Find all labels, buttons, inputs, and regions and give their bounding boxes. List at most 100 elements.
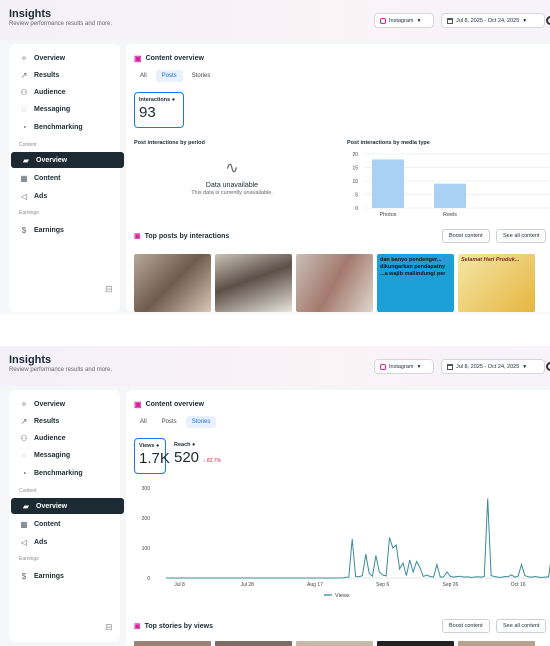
page-title: Insights bbox=[9, 8, 52, 20]
views-series-line bbox=[166, 498, 550, 579]
sidebar-item-label: Benchmarking bbox=[34, 123, 83, 131]
sidebar-item-ads[interactable]: ◁ Ads bbox=[9, 188, 120, 204]
dollar-icon: $ bbox=[21, 225, 27, 235]
story-thumbnail[interactable] bbox=[458, 641, 535, 646]
date-range-label: Jul 8, 2025 - Oct 24, 2025 bbox=[456, 17, 520, 24]
tab-posts[interactable]: Posts bbox=[156, 416, 183, 428]
x-tick-label: Oct 16 bbox=[511, 582, 526, 588]
insights-screen-stories: Insights Review performance results and … bbox=[0, 346, 550, 646]
sidebar-item-messaging[interactable]: ◌ Messaging bbox=[9, 101, 120, 117]
date-range-selector[interactable]: Jul 8, 2025 - Oct 24, 2025 ▼ bbox=[441, 13, 545, 28]
content-tabs: All Posts Stories bbox=[134, 416, 217, 428]
sidebar-item-overview[interactable]: ✧ Overview bbox=[9, 50, 120, 66]
boost-content-button[interactable]: Boost content bbox=[442, 619, 490, 633]
account-selector[interactable]: Instagram ▼ bbox=[374, 359, 434, 374]
see-all-content-button[interactable]: See all content bbox=[496, 619, 547, 633]
sidebar-item-content-overview[interactable]: ▰ Overview bbox=[11, 498, 124, 514]
y-tick-label: 15 bbox=[352, 166, 358, 172]
megaphone-icon: ◁ bbox=[20, 537, 28, 547]
calendar-icon bbox=[447, 17, 453, 24]
sidebar: ✧ Overview ↗ Results ⚇ Audience ◌ Messaging … bbox=[9, 390, 124, 642]
boost-content-button[interactable]: Boost content bbox=[442, 229, 490, 243]
x-tick-label: Aug 17 bbox=[307, 582, 323, 588]
content-tabs: All Posts Stories bbox=[134, 70, 216, 82]
sparkle-icon: ✧ bbox=[20, 53, 28, 63]
reach-metric[interactable]: Reach ● 520 ↓ 82.7% bbox=[170, 438, 250, 474]
sidebar-item-results[interactable]: ↗ Results bbox=[9, 67, 120, 83]
tab-posts[interactable]: Posts bbox=[155, 70, 183, 82]
post-thumbnail[interactable] bbox=[215, 254, 292, 312]
sidebar-item-benchmarking[interactable]: ◔ Benchmarking bbox=[9, 465, 120, 481]
sidebar-item-content[interactable]: ▦ Content bbox=[9, 170, 120, 186]
settings-icon[interactable] bbox=[546, 16, 550, 25]
story-thumbnail[interactable] bbox=[215, 641, 292, 646]
sidebar-item-label: Overview bbox=[34, 54, 66, 62]
collapse-sidebar-icon[interactable]: ⊟ bbox=[105, 284, 113, 295]
account-selector[interactable]: Instagram ▼ bbox=[374, 13, 434, 28]
sidebar-item-label: Benchmarking bbox=[34, 469, 83, 477]
sidebar-item-audience[interactable]: ⚇ Audience bbox=[9, 430, 120, 446]
sidebar-item-audience[interactable]: ⚇ Audience bbox=[9, 84, 120, 100]
tab-all[interactable]: All bbox=[134, 70, 153, 82]
benchmark-icon: ◔ bbox=[21, 122, 27, 132]
story-thumbnail[interactable] bbox=[134, 641, 211, 646]
header: Insights Review performance results and … bbox=[0, 346, 550, 386]
story-thumbnail[interactable] bbox=[377, 641, 454, 646]
sidebar-item-label: Audience bbox=[34, 434, 66, 442]
sidebar-item-label: Overview bbox=[36, 502, 68, 510]
sidebar-item-label: Earnings bbox=[34, 572, 64, 580]
date-range-selector[interactable]: Jul 8, 2025 - Oct 24, 2025 ▼ bbox=[441, 359, 545, 374]
sidebar-item-label: Earnings bbox=[34, 226, 64, 234]
post-thumbnail[interactable] bbox=[296, 254, 373, 312]
tab-all[interactable]: All bbox=[134, 416, 153, 428]
top-posts-title: Top posts by interactions bbox=[144, 232, 230, 240]
sidebar-item-ads[interactable]: ◁ Ads bbox=[9, 534, 120, 550]
sidebar: ✧ Overview ↗ Results ⚇ Audience ◌ Messaging … bbox=[9, 44, 124, 312]
tab-stories[interactable]: Stories bbox=[186, 70, 217, 82]
post-thumbnail[interactable]: Selamat Hari Produk... bbox=[458, 254, 535, 312]
content-icon: ▣ bbox=[134, 233, 141, 240]
y-tick-label: 100 bbox=[142, 546, 151, 552]
chat-icon: ◌ bbox=[21, 104, 27, 114]
x-tick-label: Sep 26 bbox=[442, 582, 458, 588]
sidebar-item-content[interactable]: ▦ Content bbox=[9, 516, 120, 532]
settings-icon[interactable] bbox=[546, 362, 550, 371]
card-title-text: Content overview bbox=[145, 55, 204, 62]
story-thumbnail[interactable] bbox=[296, 641, 373, 646]
x-tick-label: Jul 28 bbox=[241, 582, 255, 588]
sidebar-item-content-overview[interactable]: ▰ Overview bbox=[11, 152, 124, 168]
line-chart-icon: ∿ bbox=[225, 160, 239, 177]
x-tick-label: Photos bbox=[379, 212, 396, 218]
reach-delta: ↓ 82.7% bbox=[203, 458, 222, 464]
content-icon: ▣ bbox=[134, 54, 142, 63]
legend-label: Views bbox=[335, 593, 350, 599]
sidebar-item-earnings[interactable]: $ Earnings bbox=[9, 222, 120, 238]
y-tick-label: 300 bbox=[142, 486, 151, 492]
views-metric[interactable]: Views ● 1.7K bbox=[134, 438, 170, 474]
sidebar-item-results[interactable]: ↗ Results bbox=[9, 413, 120, 429]
sidebar-item-overview[interactable]: ✧ Overview bbox=[9, 396, 120, 412]
chevron-down-icon: ▼ bbox=[522, 363, 528, 370]
see-all-content-button[interactable]: See all content bbox=[496, 229, 547, 243]
card-title: ▣ Content overview bbox=[134, 400, 204, 409]
post-thumbnail[interactable] bbox=[134, 254, 211, 312]
sidebar-item-benchmarking[interactable]: ◔ Benchmarking bbox=[9, 119, 120, 135]
section-label-earnings: Earnings bbox=[19, 210, 39, 216]
sidebar-item-earnings[interactable]: $ Earnings bbox=[9, 568, 120, 584]
chevron-down-icon: ▼ bbox=[522, 17, 528, 24]
bar bbox=[434, 183, 466, 208]
interactions-metric[interactable]: Interactions ● 93 bbox=[134, 92, 184, 128]
sidebar-item-label: Content bbox=[34, 520, 61, 528]
top-posts-thumbnails: dan banyo pendenger... dikungarkan penda… bbox=[134, 254, 535, 312]
info-icon: ● bbox=[171, 97, 176, 103]
sidebar-item-label: Results bbox=[34, 417, 60, 425]
sparkle-icon: ✧ bbox=[20, 399, 28, 409]
content-overview-card: ▣ Content overview All Posts Stories Inte… bbox=[126, 44, 550, 312]
post-thumbnail[interactable]: dan banyo pendenger... dikungarkan penda… bbox=[377, 254, 454, 312]
chevron-down-icon: ▼ bbox=[416, 363, 422, 370]
sidebar-item-label: Overview bbox=[36, 156, 68, 164]
content-icon: ▣ bbox=[134, 400, 142, 409]
tab-stories[interactable]: Stories bbox=[185, 416, 217, 428]
sidebar-item-messaging[interactable]: ◌ Messaging bbox=[9, 447, 120, 463]
collapse-sidebar-icon[interactable]: ⊟ bbox=[105, 622, 113, 633]
